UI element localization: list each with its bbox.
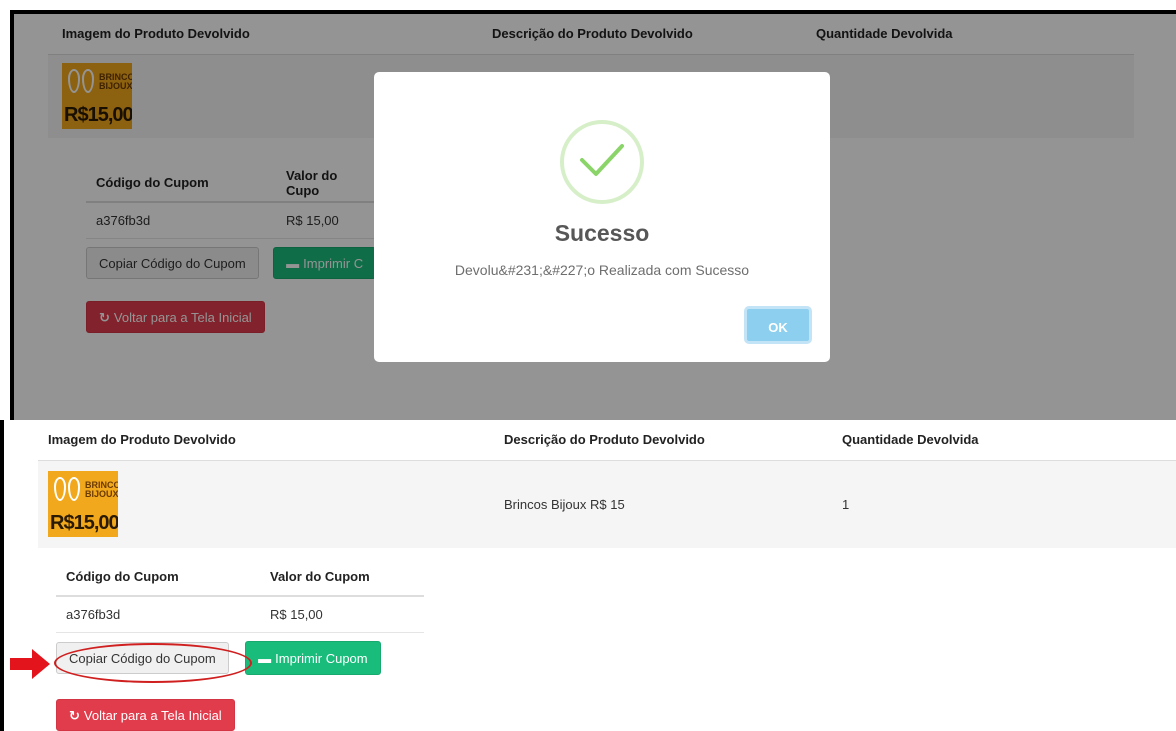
highlight-ellipse xyxy=(54,643,252,683)
refresh-icon: ↻ xyxy=(69,707,80,723)
product-image: BRINCO BIJOUX R$15,00 xyxy=(48,471,118,538)
product-image-brand: BRINCO BIJOUX xyxy=(85,480,118,500)
modal-message: Devolu&#231;&#227;o Realizada com Sucess… xyxy=(454,262,750,278)
screenshot-after-modal: Imagem do Produto Devolvido Descrição do… xyxy=(0,420,1176,731)
print-coupon-button[interactable]: ▬ Imprimir Cupom xyxy=(245,640,381,675)
red-arrow-icon xyxy=(10,649,50,679)
coupon-table: Código do Cupom Valor do Cupom a376fb3d … xyxy=(56,558,424,633)
printer-icon: ▬ xyxy=(258,650,272,666)
modal-title: Sucesso xyxy=(554,220,650,246)
success-modal: Sucesso Devolu&#231;&#227;o Realizada co… xyxy=(374,72,830,362)
product-image-price: R$15,00 xyxy=(50,512,118,535)
back-home-button[interactable]: ↻ Voltar para a Tela Inicial xyxy=(56,698,235,731)
earring-icon xyxy=(68,477,80,502)
success-check-icon xyxy=(560,120,644,204)
col-description: Descrição do Produto Devolvido xyxy=(490,420,828,461)
col-quantity: Quantidade Devolvida xyxy=(828,420,1176,461)
col-image: Imagem do Produto Devolvido xyxy=(38,420,490,461)
ok-button[interactable]: OK xyxy=(744,306,812,344)
earring-icon xyxy=(54,477,66,502)
product-quantity: 1 xyxy=(828,460,1176,548)
table-row: a376fb3d R$ 15,00 xyxy=(56,596,424,633)
col-coupon-value: Valor do Cupom xyxy=(260,558,424,597)
coupon-code: a376fb3d xyxy=(56,596,260,633)
coupon-value: R$ 15,00 xyxy=(260,596,424,633)
returned-product-table: Imagem do Produto Devolvido Descrição do… xyxy=(38,420,1176,548)
product-description: Brincos Bijoux R$ 15 xyxy=(490,460,828,548)
col-coupon-code: Código do Cupom xyxy=(56,558,260,597)
table-row: BRINCO BIJOUX R$15,00 Brincos Bijoux R$ 1… xyxy=(38,460,1176,548)
